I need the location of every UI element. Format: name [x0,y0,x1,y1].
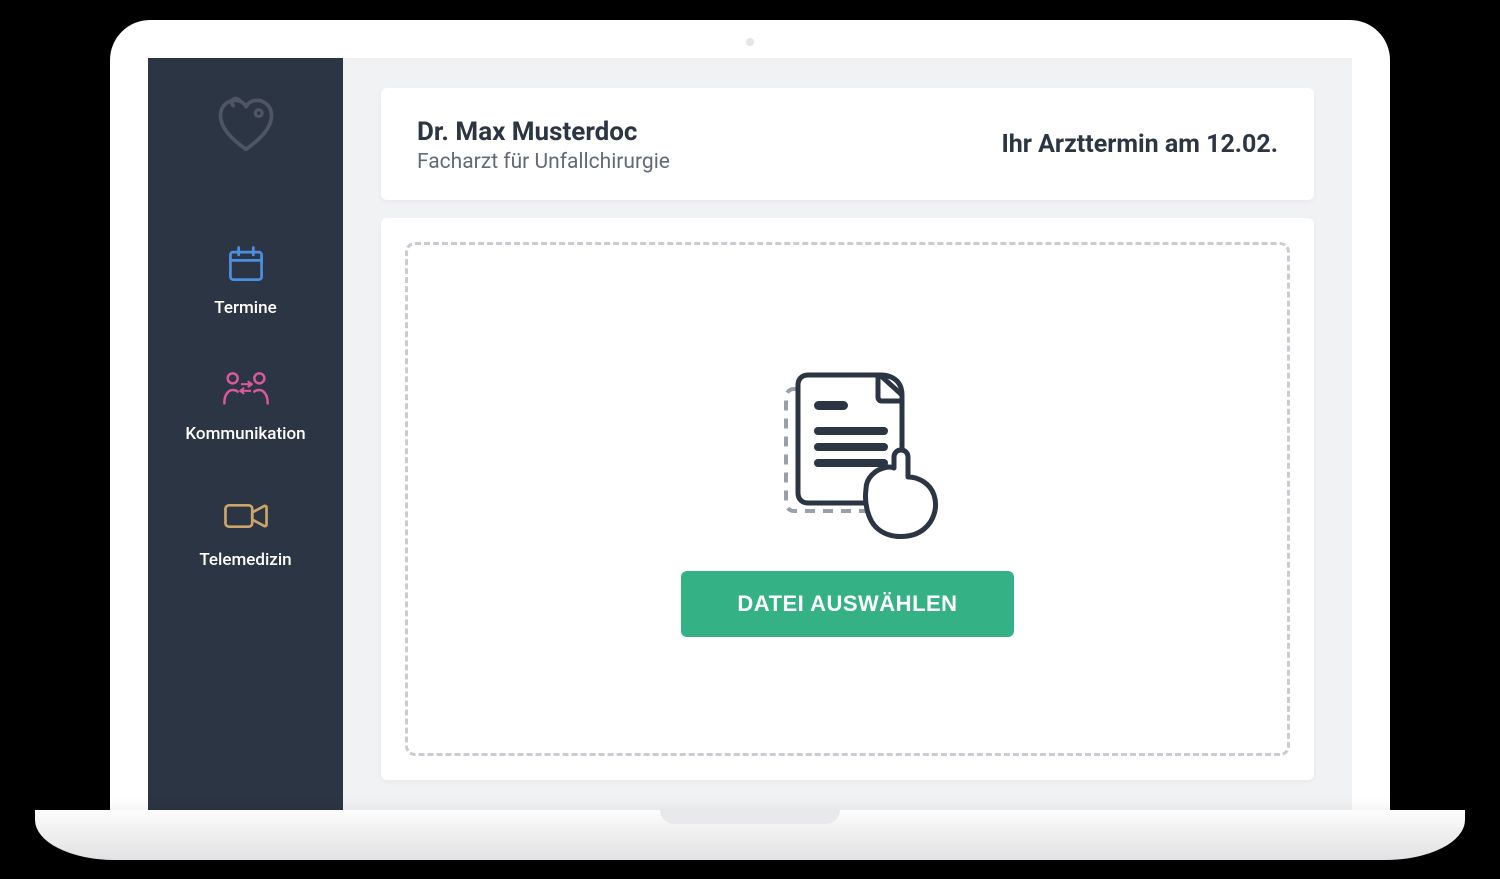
sidebar-item-label: Termine [214,298,276,318]
main-content: Dr. Max Musterdoc Facharzt für Unfallchi… [343,58,1352,810]
sidebar: Termine [148,58,343,810]
people-exchange-icon [221,368,271,412]
appointment-date-text: Ihr Arzttermin am 12.02. [1001,130,1278,159]
laptop-mockup: Termine [35,20,1465,860]
doctor-info: Dr. Max Musterdoc Facharzt für Unfallchi… [417,116,670,175]
calendar-icon [221,242,271,286]
app-logo [206,88,286,168]
sidebar-item-termine[interactable]: Termine [148,236,343,324]
appointment-header-card: Dr. Max Musterdoc Facharzt für Unfallchi… [381,88,1314,201]
select-file-button[interactable]: DATEI AUSWÄHLEN [681,571,1013,637]
laptop-base [35,810,1465,860]
sidebar-item-label: Kommunikation [185,424,305,444]
doctor-specialty: Facharzt für Unfallchirurgie [417,150,670,174]
app-frame: Termine [148,58,1352,810]
video-camera-icon [221,494,271,538]
document-drag-icon [748,361,948,541]
heart-stethoscope-icon [212,94,280,162]
sidebar-item-telemedizin[interactable]: Telemedizin [148,488,343,576]
file-dropzone[interactable]: DATEI AUSWÄHLEN [405,242,1290,756]
sidebar-item-label: Telemedizin [199,550,291,570]
upload-card: DATEI AUSWÄHLEN [381,218,1314,780]
laptop-screen: Termine [110,20,1390,810]
camera-dot [746,38,754,46]
doctor-name: Dr. Max Musterdoc [417,116,670,149]
laptop-notch [660,810,840,824]
sidebar-item-kommunikation[interactable]: Kommunikation [148,362,343,450]
